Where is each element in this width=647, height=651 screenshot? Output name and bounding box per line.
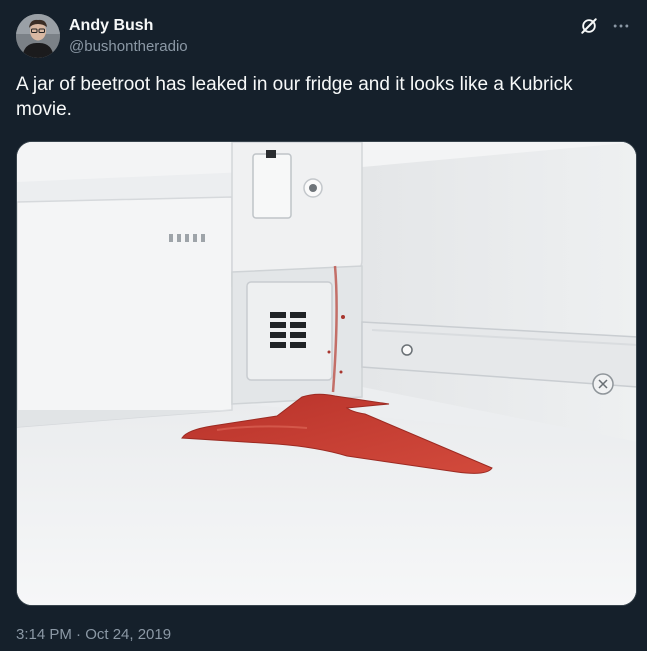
grok-icon[interactable] bbox=[579, 16, 599, 36]
author-names: Andy Bush @bushontheradio bbox=[69, 16, 188, 57]
header-actions bbox=[579, 16, 631, 36]
avatar-image bbox=[16, 14, 60, 58]
tweet-timestamp[interactable]: 3:14 PM · Oct 24, 2019 bbox=[16, 625, 171, 645]
avatar[interactable] bbox=[16, 14, 60, 58]
user-handle[interactable]: @bushontheradio bbox=[69, 37, 188, 57]
fridge-photo-image bbox=[17, 142, 636, 605]
more-icon[interactable] bbox=[611, 16, 631, 36]
tweet-photo[interactable] bbox=[16, 141, 637, 606]
tweet-header: Andy Bush @bushontheradio bbox=[16, 12, 631, 60]
tweet-text: A jar of beetroot has leaked in our frid… bbox=[16, 74, 573, 120]
display-name[interactable]: Andy Bush bbox=[69, 16, 188, 36]
